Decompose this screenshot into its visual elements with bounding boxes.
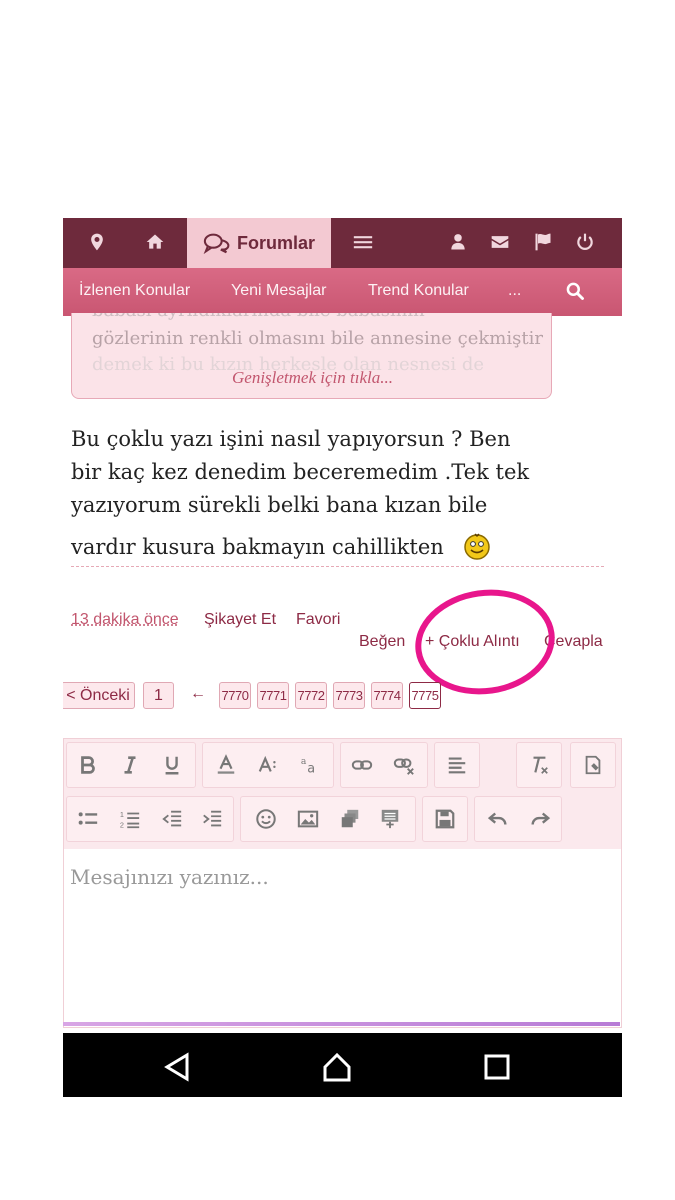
underline-button[interactable]	[152, 743, 192, 787]
link-icon	[351, 760, 373, 770]
quote-block-icon	[381, 809, 399, 829]
bold-button[interactable]	[68, 743, 108, 787]
page-button[interactable]: 7772	[295, 682, 327, 709]
previous-page-button[interactable]: < Önceki	[63, 682, 135, 709]
indent-button[interactable]	[192, 797, 232, 841]
save-icon	[435, 809, 455, 829]
user-icon[interactable]	[447, 231, 469, 253]
insert-media-button[interactable]	[330, 797, 370, 841]
text-color-icon	[217, 754, 235, 774]
quote-text: gözlerinin renkli olmasını bile annesine…	[92, 328, 543, 349]
image-icon	[297, 810, 319, 828]
message-input-placeholder[interactable]: Mesajınızı yazınız...	[70, 865, 269, 889]
menu-icon[interactable]	[349, 231, 377, 253]
more-link[interactable]: ...	[508, 282, 521, 300]
message-line: Bu çoklu yazı işini nasıl yapıyorsun ? B…	[71, 427, 511, 451]
italic-button[interactable]	[110, 743, 150, 787]
outdent-icon	[162, 810, 182, 827]
tab-forums[interactable]: Forumlar	[187, 218, 331, 268]
page-jump-arrow[interactable]: ←	[190, 685, 206, 703]
unlink-icon	[393, 758, 414, 775]
location-icon[interactable]	[86, 231, 108, 253]
svg-text:2: 2	[120, 820, 124, 829]
bold-icon	[81, 756, 95, 774]
undo-icon	[487, 812, 507, 825]
font-size-button[interactable]	[248, 743, 288, 787]
page-button[interactable]: 7770	[219, 682, 251, 709]
recent-apps-icon[interactable]	[481, 1051, 513, 1083]
home-icon[interactable]	[144, 231, 166, 253]
redo-button[interactable]	[520, 797, 560, 841]
message-line: yazıyorum sürekli belki bana kızan bile	[71, 493, 488, 517]
trending-threads-link[interactable]: Trend Konular	[368, 282, 469, 300]
underline-icon	[165, 756, 179, 775]
quote-text-partial: babasi ayrıldıklarında bile babasının	[92, 313, 551, 321]
tab-forums-label: Forumlar	[236, 232, 315, 253]
page-button[interactable]: 7774	[371, 682, 403, 709]
italic-icon	[124, 756, 136, 774]
home-button-icon[interactable]	[321, 1051, 353, 1083]
flag-icon[interactable]	[532, 231, 554, 253]
page-button[interactable]: 7771	[257, 682, 289, 709]
undo-button[interactable]	[478, 797, 518, 841]
power-icon[interactable]	[574, 231, 596, 253]
current-page-button[interactable]: 7775	[409, 682, 441, 709]
align-button[interactable]	[437, 743, 477, 787]
font-family-button[interactable]: aa	[290, 743, 330, 787]
top-navigation: Forumlar	[63, 218, 622, 268]
remove-link-button[interactable]	[384, 743, 424, 787]
post-time[interactable]: 13 dakika önce	[71, 611, 179, 629]
clear-format-icon	[533, 756, 548, 774]
page-button[interactable]: 7773	[333, 682, 365, 709]
message-editor: aa 12 Mesajınızı yazınız...	[63, 738, 622, 1028]
favorite-link[interactable]: Favori	[296, 611, 340, 629]
report-link[interactable]: Şikayet Et	[204, 611, 276, 629]
font-size-icon	[258, 755, 276, 772]
message-line-last: vardır kusura bakmayın cahillikten	[71, 530, 571, 564]
source-button[interactable]	[573, 743, 613, 787]
watched-threads-link[interactable]: İzlenen Konular	[79, 282, 190, 300]
search-icon[interactable]	[565, 281, 585, 301]
app-screen: Forumlar İzlenen Konular Yeni Mesajlar T…	[63, 218, 622, 1097]
message-line: vardır kusura bakmayın cahillikten	[71, 535, 444, 559]
clear-format-button[interactable]	[519, 743, 559, 787]
message-divider	[71, 566, 604, 567]
font-family-icon: aa	[301, 756, 315, 776]
new-posts-link[interactable]: Yeni Mesajlar	[231, 282, 326, 300]
mail-icon[interactable]	[489, 231, 511, 253]
message-line: bir kaç kez denedim beceremedim .Tek tek	[71, 460, 530, 484]
back-icon[interactable]	[161, 1051, 193, 1083]
svg-text:a: a	[307, 761, 315, 776]
like-link[interactable]: Beğen	[359, 633, 405, 651]
android-navigation-bar	[63, 1033, 622, 1097]
redo-icon	[531, 812, 551, 825]
insert-image-button[interactable]	[288, 797, 328, 841]
bullet-list-icon	[78, 812, 98, 825]
bullet-list-button[interactable]	[68, 797, 108, 841]
outdent-button[interactable]	[152, 797, 192, 841]
quote-box: babasi ayrıldıklarında bile babasının gö…	[71, 313, 552, 399]
align-left-icon	[448, 757, 466, 774]
text-color-button[interactable]	[206, 743, 246, 787]
svg-text:a: a	[301, 756, 307, 767]
emoji-button[interactable]	[246, 797, 286, 841]
smiley-icon	[464, 533, 491, 560]
insert-quote-button[interactable]	[370, 797, 410, 841]
chat-bubbles-icon	[203, 233, 230, 254]
numbered-list-icon: 12	[120, 810, 140, 829]
media-icon	[341, 809, 359, 828]
save-draft-button[interactable]	[425, 797, 465, 841]
numbered-list-button[interactable]: 12	[110, 797, 150, 841]
indent-icon	[203, 810, 222, 827]
expand-quote-link[interactable]: Genişletmek için tıkla...	[72, 368, 551, 388]
smiley-face-icon	[256, 809, 276, 829]
svg-text:1: 1	[120, 810, 124, 819]
insert-link-button[interactable]	[342, 743, 382, 787]
message-body: Bu çoklu yazı işini nasıl yapıyorsun ? B…	[71, 423, 571, 564]
page-first-button[interactable]: 1	[143, 682, 174, 709]
editor-bottom-border	[63, 1022, 620, 1026]
plugin-icon	[585, 755, 601, 775]
sub-navigation: İzlenen Konular Yeni Mesajlar Trend Konu…	[63, 268, 622, 316]
editor-toolbar: aa 12	[64, 739, 621, 849]
